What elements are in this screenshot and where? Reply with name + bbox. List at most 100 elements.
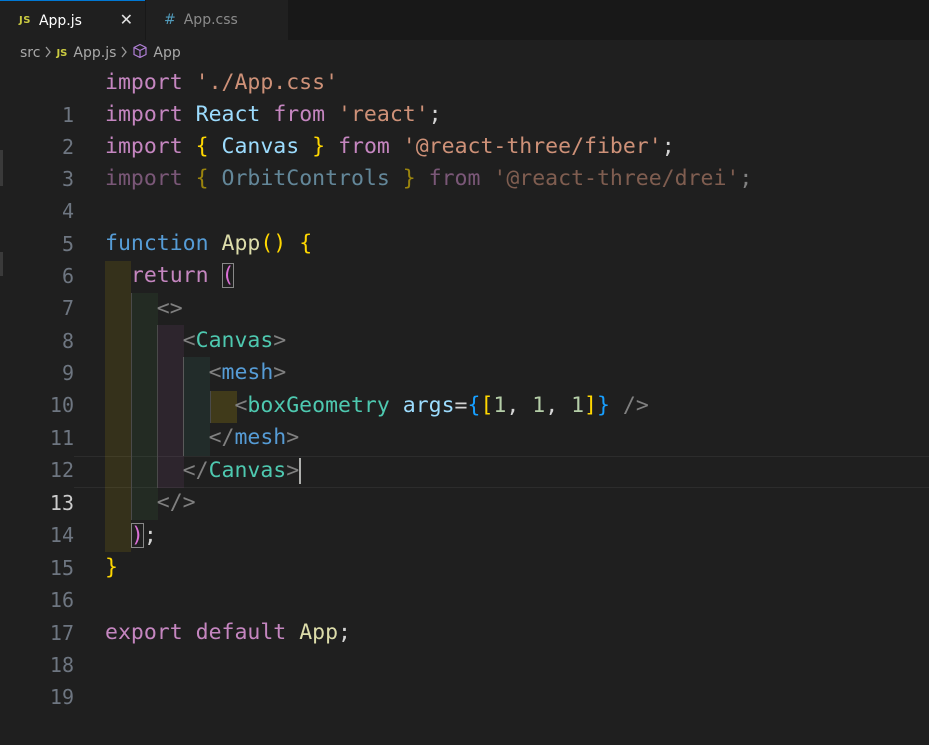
code-editor[interactable]: 1 import './App.css' 2 import React from… <box>0 66 929 709</box>
breadcrumb-symbol-label: App <box>153 45 181 61</box>
tab-app-js[interactable]: JS App.js ✕ <box>0 0 145 40</box>
identifier: App <box>299 620 339 645</box>
breadcrumb-file-label: App.js <box>73 45 117 61</box>
function-name: App <box>221 231 261 256</box>
keyword: import <box>105 166 183 191</box>
tag-bracket: </ <box>182 458 209 483</box>
code-line: 12 </mesh> <box>0 422 929 482</box>
code-line: 9 <Canvas> <box>0 325 929 385</box>
tab-app-css[interactable]: # App.css <box>146 0 288 40</box>
tag-bracket: > <box>286 458 300 483</box>
keyword: import <box>105 102 183 127</box>
punctuation: ; <box>661 134 675 159</box>
breadcrumb: src JS App.js App <box>0 40 929 66</box>
tag-bracket: /> <box>609 393 649 418</box>
bracket: { <box>467 393 481 418</box>
jsx-fragment: </> <box>156 490 196 515</box>
number: 1 <box>571 393 585 418</box>
punctuation: ; <box>739 166 753 191</box>
keyword: default <box>195 620 287 645</box>
component-name: Canvas <box>195 328 274 353</box>
bracket: ( <box>221 263 235 288</box>
tag-bracket: > <box>273 360 287 385</box>
code-line: 7 return ( <box>0 260 929 320</box>
breadcrumb-folder[interactable]: src <box>20 45 40 61</box>
code-line: 6 function App() { <box>0 228 929 288</box>
punctuation: ; <box>338 620 351 645</box>
tab-bar: JS App.js ✕ # App.css <box>0 0 929 40</box>
bracket: { <box>195 134 209 159</box>
code-line: 5 <box>0 196 929 256</box>
punctuation: , <box>506 393 533 418</box>
code-line: 3 import { Canvas } from '@react-three/f… <box>0 131 929 191</box>
tab-label: App.js <box>38 12 82 29</box>
component-name: boxGeometry <box>247 393 390 418</box>
breadcrumb-file[interactable]: JS App.js <box>56 45 116 61</box>
tab-label: App.css <box>183 12 238 28</box>
text-cursor <box>299 458 302 484</box>
punctuation: ; <box>428 102 442 127</box>
bracket: } <box>312 134 326 159</box>
identifier: OrbitControls <box>221 166 390 191</box>
keyword: return <box>130 263 209 288</box>
keyword: from <box>428 166 481 191</box>
number: 1 <box>532 393 546 418</box>
code-line: 14 </> <box>0 487 929 547</box>
string-literal: '@react-three/fiber' <box>402 134 662 159</box>
bracket: { <box>299 231 313 256</box>
keyword: import <box>105 134 183 159</box>
code-line: 11 <boxGeometry args={[1, 1, 1]} /> <box>0 390 929 450</box>
breadcrumb-symbol[interactable]: App <box>132 43 181 63</box>
tag-bracket: < <box>208 360 222 385</box>
punctuation: , <box>545 393 572 418</box>
identifier: Canvas <box>221 134 300 159</box>
code-line: 8 <> <box>0 293 929 353</box>
string-literal: 'react' <box>338 102 429 127</box>
bracket: } <box>402 166 416 191</box>
bracket: ] <box>584 393 597 418</box>
jsx-fragment: <> <box>156 296 183 321</box>
code-line: 4 import { OrbitControls } from '@react-… <box>0 163 929 223</box>
js-file-icon: JS <box>19 15 31 26</box>
identifier: React <box>195 102 261 127</box>
tag-bracket: > <box>286 425 300 450</box>
punctuation: ; <box>143 523 157 548</box>
bracket: [ <box>480 393 494 418</box>
css-file-icon: # <box>164 12 176 28</box>
symbol-cube-icon <box>132 43 148 63</box>
keyword: export <box>105 620 183 645</box>
bracket: () <box>260 231 287 256</box>
code-line: 15 ); <box>0 520 929 580</box>
keyword: from <box>273 102 326 127</box>
js-file-icon: JS <box>56 47 68 59</box>
tag-bracket: < <box>182 328 196 353</box>
code-line: 10 <mesh> <box>0 357 929 417</box>
bracket: } <box>105 555 118 580</box>
tag-name: mesh <box>234 425 287 450</box>
string-literal: './App.css' <box>195 70 339 95</box>
keyword: function <box>105 231 209 256</box>
number: 1 <box>493 393 507 418</box>
bracket: } <box>596 393 610 418</box>
keyword: import <box>105 70 183 95</box>
bracket: { <box>195 166 209 191</box>
chevron-right-icon <box>44 46 52 61</box>
code-line: 16 } <box>0 552 929 612</box>
code-line: 2 import React from 'react'; <box>0 99 929 159</box>
tag-bracket: > <box>273 328 287 353</box>
close-icon[interactable]: ✕ <box>120 10 133 29</box>
operator: = <box>454 393 468 418</box>
code-line: 1 import './App.css' <box>0 67 929 127</box>
bracket: ) <box>130 523 144 548</box>
component-name: Canvas <box>208 458 287 483</box>
code-line: 19 <box>0 649 929 709</box>
tag-bracket: </ <box>208 425 235 450</box>
string-literal: '@react-three/drei' <box>493 166 740 191</box>
line-number: 19 <box>49 685 74 709</box>
tag-name: mesh <box>221 360 274 385</box>
keyword: from <box>338 134 390 159</box>
code-line: 18 export default App; <box>0 617 929 677</box>
chevron-right-icon <box>120 46 128 61</box>
code-line: 17 <box>0 585 929 645</box>
code-line: 13 </Canvas> <box>0 455 929 515</box>
